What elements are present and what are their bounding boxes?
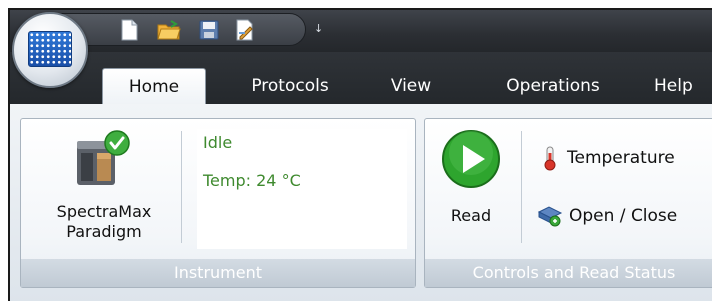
microplate-icon — [28, 31, 72, 67]
ribbon-tab-strip: Home Protocols View Operations Help — [10, 52, 712, 106]
tab-help[interactable]: Help — [654, 68, 712, 104]
open-folder-icon[interactable] — [157, 19, 181, 41]
open-close-label: Open / Close — [569, 206, 678, 226]
play-icon — [442, 130, 500, 188]
instrument-status-panel: Idle Temp: 24 °C — [197, 129, 407, 249]
open-close-button[interactable]: Open / Close — [537, 201, 677, 231]
spectramax-device-button[interactable]: SpectraMax Paradigm — [29, 123, 179, 255]
device-name-line2: Paradigm — [66, 222, 142, 241]
application-orb-button[interactable] — [12, 12, 88, 88]
ribbon-panel: SpectraMax Paradigm Idle Temp: 24 °C Ins… — [10, 104, 712, 301]
group-label-controls: Controls and Read Status — [425, 259, 712, 287]
instrument-group: SpectraMax Paradigm Idle Temp: 24 °C Ins… — [20, 118, 416, 288]
customize-toolbar-dropdown[interactable]: ↓ — [314, 22, 323, 35]
temperature-button[interactable]: Temperature — [541, 143, 675, 173]
new-file-icon[interactable] — [119, 19, 139, 41]
instrument-device-icon — [77, 130, 130, 185]
app-window: ↓ Home Protocols View Operations Help Sp… — [8, 8, 712, 301]
tab-protocols[interactable]: Protocols — [230, 68, 350, 104]
title-bar: ↓ — [10, 10, 712, 52]
device-name-line1: SpectraMax — [56, 202, 152, 221]
read-button[interactable]: Read — [429, 123, 513, 255]
tab-home[interactable]: Home — [102, 68, 206, 106]
edit-document-icon[interactable] — [235, 19, 255, 41]
tab-operations[interactable]: Operations — [488, 68, 618, 104]
group-label-instrument: Instrument — [21, 259, 415, 287]
group-divider — [181, 131, 182, 243]
thermometer-icon — [544, 146, 556, 171]
temperature-readout: Temp: 24 °C — [203, 171, 301, 190]
group-divider — [521, 131, 522, 243]
controls-group: Read Temperature Open / Close Controls a… — [424, 118, 712, 288]
quick-access-toolbar — [50, 13, 306, 46]
plate-drawer-icon — [537, 206, 563, 227]
read-label: Read — [450, 206, 492, 225]
save-icon[interactable] — [199, 19, 219, 41]
tab-view[interactable]: View — [376, 68, 446, 104]
temperature-label: Temperature — [567, 148, 675, 168]
status-text: Idle — [203, 133, 233, 152]
